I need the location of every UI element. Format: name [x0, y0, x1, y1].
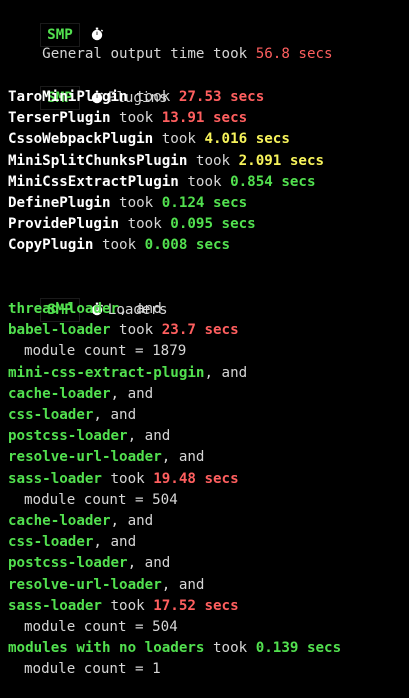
plugins-header-line: SMP Plugins	[8, 64, 168, 110]
loader-row: postcss-loader, and	[8, 552, 170, 574]
plugin-took-label: took	[110, 195, 162, 211]
module-count: module count = 504	[24, 491, 178, 508]
loader-separator: , and	[161, 449, 205, 466]
module-count: module count = 504	[24, 619, 178, 635]
loader-row: thread-loader, and	[8, 298, 162, 320]
loader-row: mini-css-extract-plugin, and	[8, 362, 247, 384]
plugin-name: MiniCssExtractPlugin	[8, 173, 179, 190]
plugin-took-label: took	[127, 89, 179, 105]
plugin-row: CssoWebpackPlugin took 4.016 secs	[8, 128, 290, 150]
loader-name: postcss-loader	[8, 555, 128, 572]
module-count-row: module count = 1	[24, 658, 161, 680]
plugin-row: TerserPlugin took 13.91 secs	[8, 107, 247, 129]
plugin-name: DefinePlugin	[8, 195, 111, 211]
loader-row: cache-loader, and	[8, 510, 153, 532]
loader-time: 23.7 secs	[161, 322, 239, 339]
module-count-row: module count = 1879	[24, 340, 186, 362]
loader-name: resolve-url-loader	[8, 576, 162, 593]
plugin-took-label: took	[153, 131, 205, 148]
module-count: module count = 1879	[24, 343, 187, 360]
loader-name: sass-loader	[8, 470, 102, 487]
loader-name: modules with no loaders	[8, 640, 205, 657]
plugin-name: ProvidePlugin	[8, 216, 120, 233]
loader-separator: , and	[110, 513, 154, 529]
module-count-row: module count = 504	[24, 616, 178, 638]
plugin-took-label: took	[93, 237, 145, 254]
loader-separator: , and	[161, 576, 205, 593]
loader-name: mini-css-extract-plugin	[8, 364, 205, 381]
terminal-output: SMP General output time took 56.8 secs S…	[0, 0, 409, 698]
loader-took-label: took	[110, 322, 162, 339]
loader-row: css-loader, and	[8, 404, 136, 426]
plugin-time: 0.095 secs	[170, 216, 256, 233]
loaders-header-line: SMP Loaders	[8, 276, 168, 322]
plugin-time: 0.124 secs	[161, 195, 248, 211]
plugin-took-label: took	[187, 152, 239, 169]
plugin-row: MiniSplitChunksPlugin took 2.091 secs	[8, 150, 324, 172]
loader-time: 17.52 secs	[153, 597, 239, 614]
loader-name: resolve-url-loader	[8, 449, 162, 466]
plugin-time: 27.53 secs	[178, 89, 265, 105]
loader-row: sass-loader took 17.52 secs	[8, 595, 239, 617]
loader-row: babel-loader took 23.7 secs	[8, 319, 239, 341]
loader-separator: , and	[93, 534, 137, 551]
loader-separator: , and	[119, 301, 162, 317]
general-output-label: General output time took	[42, 46, 256, 62]
loader-row: css-loader, and	[8, 531, 136, 553]
plugin-time: 0.854 secs	[230, 173, 316, 190]
loader-row: sass-loader took 19.48 secs	[8, 468, 239, 490]
plugin-name: TerserPlugin	[8, 110, 111, 127]
loader-took-label: took	[101, 597, 154, 614]
plugin-name: CssoWebpackPlugin	[8, 131, 154, 148]
loader-time: 19.48 secs	[153, 470, 239, 487]
loader-separator: , and	[204, 364, 248, 381]
plugin-took-label: took	[119, 216, 171, 233]
loader-name: postcss-loader	[8, 428, 128, 445]
loader-name: babel-loader	[8, 322, 111, 339]
loader-row: postcss-loader, and	[8, 425, 170, 447]
plugin-took-label: took	[178, 173, 231, 190]
loader-name: cache-loader	[8, 385, 111, 402]
loader-row: modules with no loaders took 0.139 secs	[8, 637, 341, 659]
plugin-time: 0.008 secs	[144, 237, 231, 254]
general-output-time: 56.8 secs	[255, 46, 333, 62]
plugin-row: DefinePlugin took 0.124 secs	[8, 192, 247, 214]
plugin-name: CopyPlugin	[8, 237, 94, 254]
plugin-name: MiniSplitChunksPlugin	[8, 152, 188, 169]
plugin-took-label: took	[110, 110, 162, 127]
plugin-row: MiniCssExtractPlugin took 0.854 secs	[8, 171, 316, 193]
plugin-row: ProvidePlugin took 0.095 secs	[8, 213, 256, 235]
loader-name: css-loader	[8, 534, 94, 551]
plugin-row: TaroMiniPlugin took 27.53 secs	[8, 86, 264, 108]
plugin-time: 4.016 secs	[204, 131, 290, 148]
loader-separator: , and	[110, 385, 154, 402]
plugin-row: CopyPlugin took 0.008 secs	[8, 234, 230, 256]
loader-took-label: took	[204, 640, 256, 657]
plugin-time: 13.91 secs	[161, 110, 248, 127]
loader-name: sass-loader	[8, 597, 102, 614]
plugin-name: TaroMiniPlugin	[8, 89, 128, 105]
loader-row: cache-loader, and	[8, 383, 153, 405]
loader-name: css-loader	[8, 407, 94, 423]
loader-name: thread-loader	[8, 301, 120, 317]
loader-separator: , and	[127, 555, 171, 572]
loader-time: 0.139 secs	[255, 640, 342, 657]
general-output-line: General output time took 56.8 secs	[8, 21, 332, 62]
plugin-time: 2.091 secs	[238, 152, 325, 169]
smp-header-line: SMP	[8, 1, 104, 47]
module-count-row: module count = 504	[24, 489, 178, 511]
loader-row: resolve-url-loader, and	[8, 574, 204, 596]
loader-separator: , and	[93, 407, 137, 423]
loader-separator: , and	[127, 428, 171, 445]
loader-took-label: took	[101, 470, 154, 487]
module-count: module count = 1	[24, 661, 161, 678]
loader-row: resolve-url-loader, and	[8, 446, 204, 468]
loader-name: cache-loader	[8, 513, 111, 529]
